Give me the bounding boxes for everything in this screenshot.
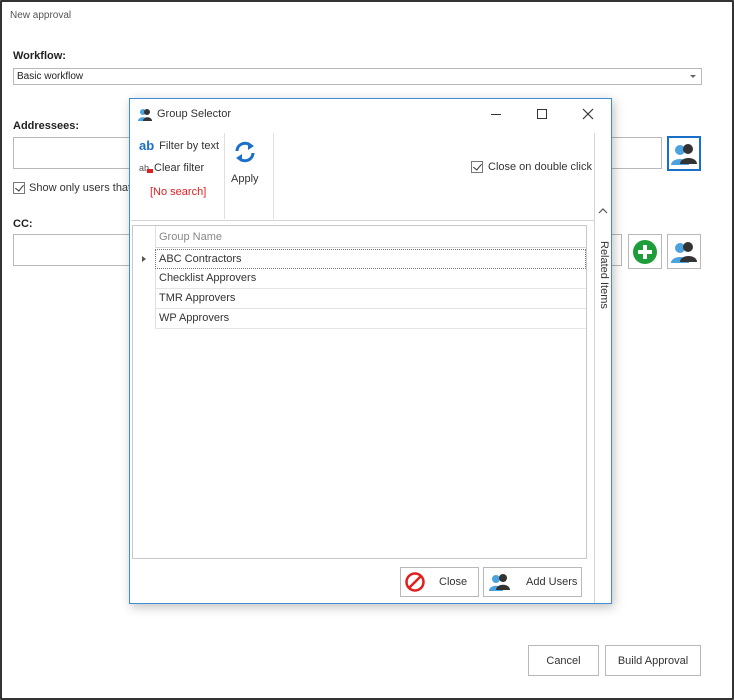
add-users-button[interactable]: Add Users — [483, 567, 582, 597]
workflow-label: Workflow: — [13, 50, 66, 62]
refresh-icon — [235, 141, 255, 163]
close-window-button[interactable] — [574, 103, 602, 125]
table-row[interactable]: Checklist Approvers — [155, 269, 586, 289]
users-icon — [671, 241, 697, 263]
dialog-title: Group Selector — [157, 108, 231, 120]
apply-label: Apply — [231, 173, 259, 185]
text-filter-icon: ab — [139, 138, 155, 153]
cc-label: CC: — [13, 218, 33, 230]
ribbon-divider — [224, 133, 225, 219]
close-button-label: Close — [439, 576, 468, 588]
minimize-icon — [491, 114, 501, 115]
addressees-select-users-button[interactable] — [667, 136, 701, 171]
ribbon-divider — [273, 133, 274, 219]
minimize-button[interactable] — [482, 103, 510, 125]
filter-by-text-button[interactable]: ab Filter by text — [139, 138, 219, 153]
filter-by-text-label: Filter by text — [159, 139, 220, 152]
clear-filter-icon: ab — [139, 163, 153, 173]
workflow-select-value: Basic workflow — [17, 71, 84, 82]
window-title: New approval — [10, 10, 72, 21]
table-row[interactable]: ABC Contractors — [155, 249, 586, 269]
addressees-label: Addressees: — [13, 120, 80, 132]
related-items-tab[interactable]: Related Items — [596, 241, 612, 311]
users-icon — [489, 574, 510, 591]
row-indicator-icon — [142, 256, 146, 262]
table-row[interactable]: TMR Approvers — [155, 289, 586, 309]
group-selector-dialog: Group Selector ab Filter by text ab Clea… — [129, 98, 612, 604]
group-name-column-header[interactable]: Group Name — [155, 226, 586, 248]
clear-filter-button[interactable]: ab Clear filter — [139, 162, 204, 174]
close-on-double-click-label: Close on double click — [488, 161, 592, 173]
users-icon — [671, 143, 697, 165]
maximize-icon — [537, 109, 547, 119]
no-entry-icon — [405, 572, 425, 592]
close-button[interactable]: Close — [400, 567, 479, 597]
build-approval-button[interactable]: Build Approval — [605, 645, 701, 676]
related-items-panel: Related Items — [594, 133, 611, 603]
no-search-status: [No search] — [150, 186, 207, 198]
close-on-double-click-checkbox[interactable] — [471, 161, 483, 173]
show-only-users-option[interactable]: Show only users that c — [13, 182, 140, 194]
close-on-double-click-option[interactable]: Close on double click — [471, 161, 592, 173]
group-grid: Group Name ABC Contractors Checklist App… — [132, 225, 587, 559]
cc-select-users-button[interactable] — [667, 234, 701, 269]
close-icon — [582, 108, 594, 120]
new-approval-window: New approval Workflow: Basic workflow Ad… — [0, 0, 734, 700]
show-only-users-label: Show only users that c — [29, 182, 140, 194]
add-users-label: Add Users — [526, 576, 578, 588]
maximize-button[interactable] — [528, 103, 556, 125]
workflow-select[interactable]: Basic workflow — [13, 68, 702, 85]
chevron-down-icon — [690, 75, 696, 78]
cc-add-button[interactable] — [628, 234, 662, 269]
related-items-label: Related Items — [598, 241, 610, 309]
clear-filter-label: Clear filter — [154, 162, 205, 174]
dialog-ribbon: ab Filter by text ab Clear filter [No se… — [131, 133, 594, 221]
users-icon — [138, 109, 152, 121]
plus-circle-icon — [633, 239, 657, 264]
chevron-up-icon[interactable] — [598, 207, 608, 215]
apply-button[interactable]: Apply — [231, 139, 259, 185]
dialog-button-bar: Close Add Users — [400, 567, 582, 597]
show-only-users-checkbox[interactable] — [13, 182, 25, 194]
table-row[interactable]: WP Approvers — [155, 309, 586, 329]
cancel-button[interactable]: Cancel — [528, 645, 599, 676]
